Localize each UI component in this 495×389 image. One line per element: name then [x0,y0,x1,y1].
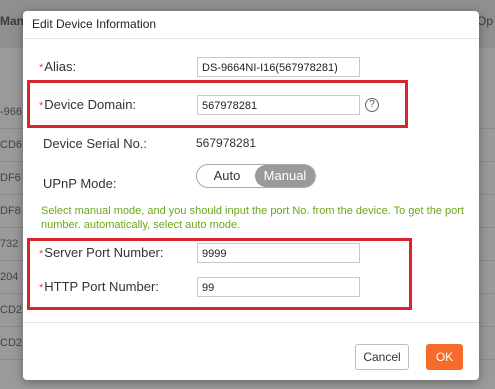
ok-button[interactable]: OK [426,344,463,370]
serial-row: Device Serial No.: 567978281 [23,134,479,164]
background-row-right [479,129,495,162]
http-port-label-text: HTTP Port Number: [44,279,159,294]
upnp-mode-label: UPnP Mode: [43,176,117,191]
server-port-label-text: Server Port Number: [44,245,164,260]
device-domain-label: *Device Domain: [39,97,136,112]
device-domain-input[interactable]: 567978281 [197,95,360,115]
server-port-label: *Server Port Number: [39,245,163,260]
alias-row: *Alias: DS-9664NI-I16(567978281) [23,54,479,84]
upnp-auto-option[interactable]: Auto [197,165,257,187]
background-row-right [479,294,495,327]
alias-input[interactable]: DS-9664NI-I16(567978281) [197,57,360,77]
background-row-right [479,162,495,195]
server-port-row: *Server Port Number: 9999 [23,240,479,270]
background-row-right [479,327,495,360]
background-table-rows-right [479,96,495,360]
device-domain-label-text: Device Domain: [44,97,137,112]
required-mark: * [39,282,44,294]
required-mark: * [39,248,44,260]
device-domain-row: *Device Domain: 567978281 ? [23,91,479,121]
upnp-mode-toggle[interactable]: Auto Manual [196,164,316,188]
edit-device-dialog: Edit Device Information *Alias: DS-9664N… [23,11,479,380]
port-mode-hint: Select manual mode, and you should input… [41,205,464,231]
required-mark: * [39,62,44,74]
background-row-right [479,195,495,228]
serial-value: 567978281 [196,136,257,150]
background-header-label: Man [0,14,24,28]
cancel-button[interactable]: Cancel [355,344,409,370]
dialog-title: Edit Device Information [32,17,157,31]
dialog-footer-divider [23,322,479,323]
alias-label: *Alias: [39,59,76,74]
background-header-operation: Op [476,14,493,28]
help-icon[interactable]: ? [365,98,379,112]
required-mark: * [39,100,44,112]
alias-label-text: Alias: [44,59,77,74]
upnp-manual-option[interactable]: Manual [255,165,315,187]
background-row-right [479,261,495,294]
http-port-row: *HTTP Port Number: 99 [23,274,479,304]
dialog-title-bar[interactable]: Edit Device Information [23,11,479,39]
background-row-right [479,96,495,129]
http-port-input[interactable]: 99 [197,277,360,297]
http-port-label: *HTTP Port Number: [39,279,159,294]
server-port-input[interactable]: 9999 [197,243,360,263]
serial-label: Device Serial No.: [43,136,148,151]
background-row-right [479,228,495,261]
